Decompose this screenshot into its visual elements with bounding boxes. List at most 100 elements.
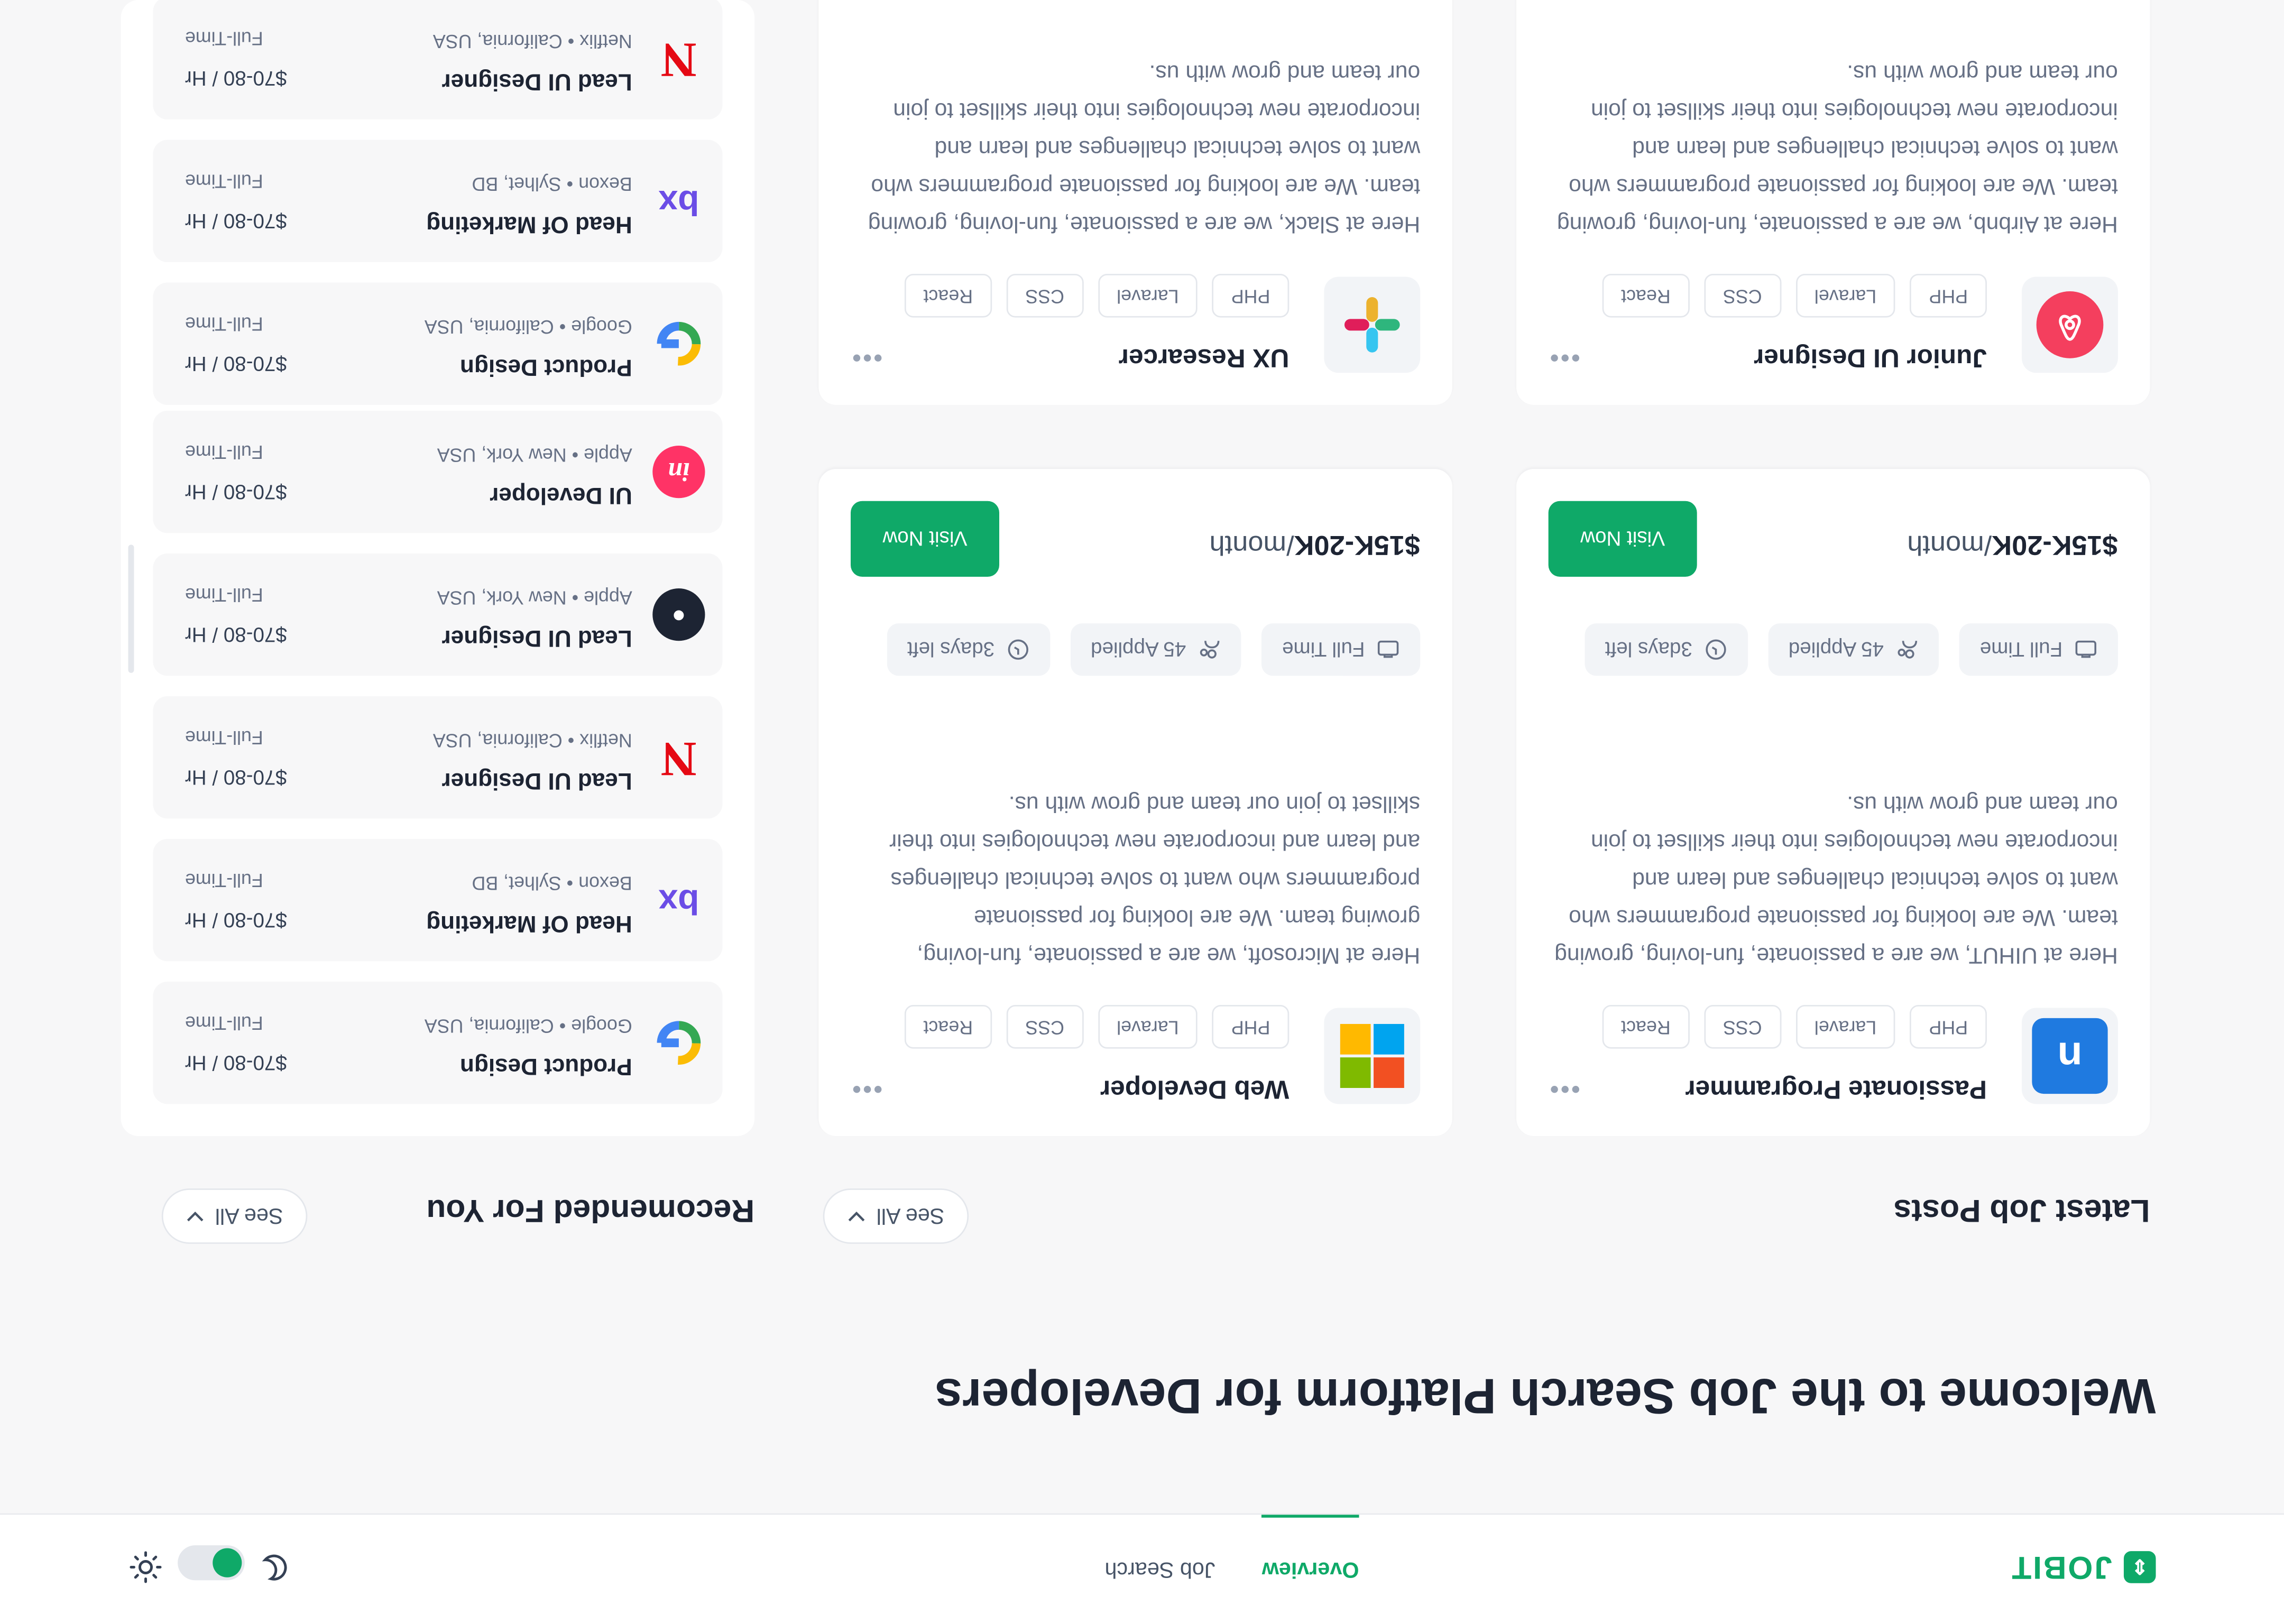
applied-chip: 45 Applied <box>1768 623 1939 676</box>
briefcase-icon <box>1377 640 1399 658</box>
employment-type: Full-Time <box>185 1012 263 1035</box>
chevron-down-icon <box>186 1211 203 1222</box>
days-left-chip: 3days left <box>1585 623 1748 676</box>
employment-type: Full-Time <box>185 441 263 464</box>
bexon-logo-icon: bx <box>658 182 699 222</box>
recommended-panel: Product Design Google • California, USA … <box>121 0 755 1136</box>
google-logo-icon <box>652 318 705 370</box>
more-options-icon[interactable]: ••• <box>851 1074 882 1104</box>
visit-now-button[interactable]: Visit Now <box>850 501 999 577</box>
skill-tag: React <box>1602 273 1690 318</box>
hourly-rate: $70-80 / Hr <box>185 909 287 933</box>
recommended-title: Head Of Marketing <box>426 910 632 935</box>
employment-type: Full-Time <box>185 170 263 192</box>
recommended-title: Product Design <box>459 1053 632 1078</box>
recommended-title: Lead UI Designer <box>441 767 632 792</box>
hourly-rate: $70-80 / Hr <box>185 481 287 504</box>
scrollbar-thumb[interactable] <box>128 545 134 673</box>
sun-icon[interactable] <box>128 1543 163 1585</box>
company-location: Google • California, USA <box>424 1015 632 1037</box>
recommended-item[interactable]: Product Design Google • California, USA … <box>153 981 723 1104</box>
more-options-icon[interactable]: ••• <box>1549 1074 1580 1104</box>
hourly-rate: $70-80 / Hr <box>185 1051 287 1075</box>
job-card[interactable]: n Passionate Programmer ••• PHP Laravel … <box>1516 469 2150 1136</box>
jobit-logo-icon: ⇕ <box>2123 1551 2156 1583</box>
days-left-chip: 3days left <box>887 623 1050 676</box>
employment-type: Full-Time <box>185 584 263 606</box>
chat-logo-icon: ● <box>652 588 705 641</box>
visit-now-button[interactable]: Visit Now <box>1548 501 1697 577</box>
job-description: Here at Microsoft, we are a passionate, … <box>889 791 1421 967</box>
recommended-title: Head Of Marketing <box>426 211 632 236</box>
job-card[interactable]: Junior UI Designer ••• PHP Laravel CSS R… <box>1516 0 2150 405</box>
skill-tag: React <box>1602 1005 1690 1049</box>
recommended-item[interactable]: ● Lead UI Designer Apple • New York, USA… <box>153 553 723 676</box>
hourly-rate: $70-80 / Hr <box>185 67 287 90</box>
employment-type: Full-Time <box>185 313 263 335</box>
recommended-item[interactable]: N Lead UI Designer Netflix • California,… <box>153 0 723 119</box>
netflix-logo-icon: N <box>661 731 697 785</box>
skill-tag: CSS <box>1704 1005 1781 1049</box>
company-location: Bexon • Sylhet, BD <box>472 173 632 196</box>
job-type-chip: Full Time <box>1959 623 2118 676</box>
moon-icon[interactable] <box>259 1543 294 1585</box>
skill-tag: CSS <box>1006 273 1083 318</box>
recommended-title: UI Developer <box>490 482 632 507</box>
skill-tag: Laravel <box>1098 1005 1198 1049</box>
netflix-logo-icon: N <box>661 32 697 86</box>
employment-type: Full-Time <box>185 869 263 892</box>
recommended-item[interactable]: bx Head Of Marketing Bexon • Sylhet, BD … <box>153 140 723 262</box>
company-location: Apple • New York, USA <box>437 444 632 466</box>
job-title[interactable]: UX Researcer <box>1119 342 1290 373</box>
recommended-see-all-button[interactable]: See All <box>161 1188 308 1244</box>
see-all-label: See All <box>876 1204 945 1229</box>
jobit-logo[interactable]: ⇕ JOBIT <box>2011 1548 2156 1586</box>
skill-tag: Laravel <box>1795 273 1896 318</box>
tab-job-search[interactable]: Job Search <box>1104 1515 1215 1624</box>
job-card[interactable]: UX Researcer ••• PHP Laravel CSS React H… <box>818 0 1452 405</box>
job-description: Here at Slack, we are a passionate, fun-… <box>868 59 1421 236</box>
recommended-title: Product Design <box>459 354 632 379</box>
latest-see-all-button[interactable]: See All <box>823 1188 969 1244</box>
tab-overview[interactable]: Overview <box>1262 1515 1359 1624</box>
recommended-item[interactable]: in UI Developer Apple • New York, USA $7… <box>153 410 723 533</box>
skill-tag: Laravel <box>1098 273 1198 318</box>
company-location: Netflix • California, USA <box>432 730 632 752</box>
google-logo-icon <box>652 1017 705 1069</box>
users-icon <box>1898 641 1918 659</box>
see-all-label: See All <box>215 1204 283 1229</box>
more-options-icon[interactable]: ••• <box>851 342 882 373</box>
salary-range: $15K-20K/month <box>1209 529 1421 559</box>
recommended-item[interactable]: Product Design Google • California, USA … <box>153 282 723 405</box>
job-type-chip: Full Time <box>1261 623 1421 676</box>
uihut-logo-icon: n <box>2022 1008 2118 1104</box>
job-title[interactable]: Junior UI Designer <box>1754 342 1987 373</box>
recommended-item[interactable]: N Lead UI Designer Netflix • California,… <box>153 696 723 819</box>
skill-tag: PHP <box>1910 273 1987 318</box>
logo-text: JOBIT <box>2010 1549 2112 1586</box>
job-title[interactable]: Passionate Programmer <box>1685 1074 1987 1104</box>
theme-toggle[interactable] <box>178 1546 245 1581</box>
job-title[interactable]: Web Developer <box>1100 1074 1289 1104</box>
company-location: Bexon • Sylhet, BD <box>472 872 632 894</box>
briefcase-icon <box>2075 640 2097 658</box>
hourly-rate: $70-80 / Hr <box>185 352 287 376</box>
toggle-knob <box>213 1549 242 1579</box>
company-location: Apple • New York, USA <box>437 587 632 609</box>
salary-range: $15K-20K/month <box>1907 529 2118 559</box>
hourly-rate: $70-80 / Hr <box>185 766 287 790</box>
job-description: Here at Airbnb, we are a passionate, fun… <box>1557 59 2118 236</box>
more-options-icon[interactable]: ••• <box>1549 342 1580 373</box>
skill-tag: Laravel <box>1795 1005 1896 1049</box>
bexon-logo-icon: bx <box>658 881 699 921</box>
skill-tag: CSS <box>1704 273 1781 318</box>
top-nav: ⇕ JOBIT Overview Job Search <box>0 1513 2284 1624</box>
skill-tag: PHP <box>1212 1005 1290 1049</box>
recommended-item[interactable]: bx Head Of Marketing Bexon • Sylhet, BD … <box>153 838 723 962</box>
applied-chip: 45 Applied <box>1070 623 1241 676</box>
job-card[interactable]: Web Developer ••• PHP Laravel CSS React … <box>818 469 1452 1136</box>
employment-type: Full-Time <box>185 726 263 749</box>
recommended-title: Recomended For You <box>426 1193 755 1230</box>
page-title: Welcome to the Job Search Platform for D… <box>935 1368 2156 1423</box>
clock-icon <box>1008 639 1028 660</box>
